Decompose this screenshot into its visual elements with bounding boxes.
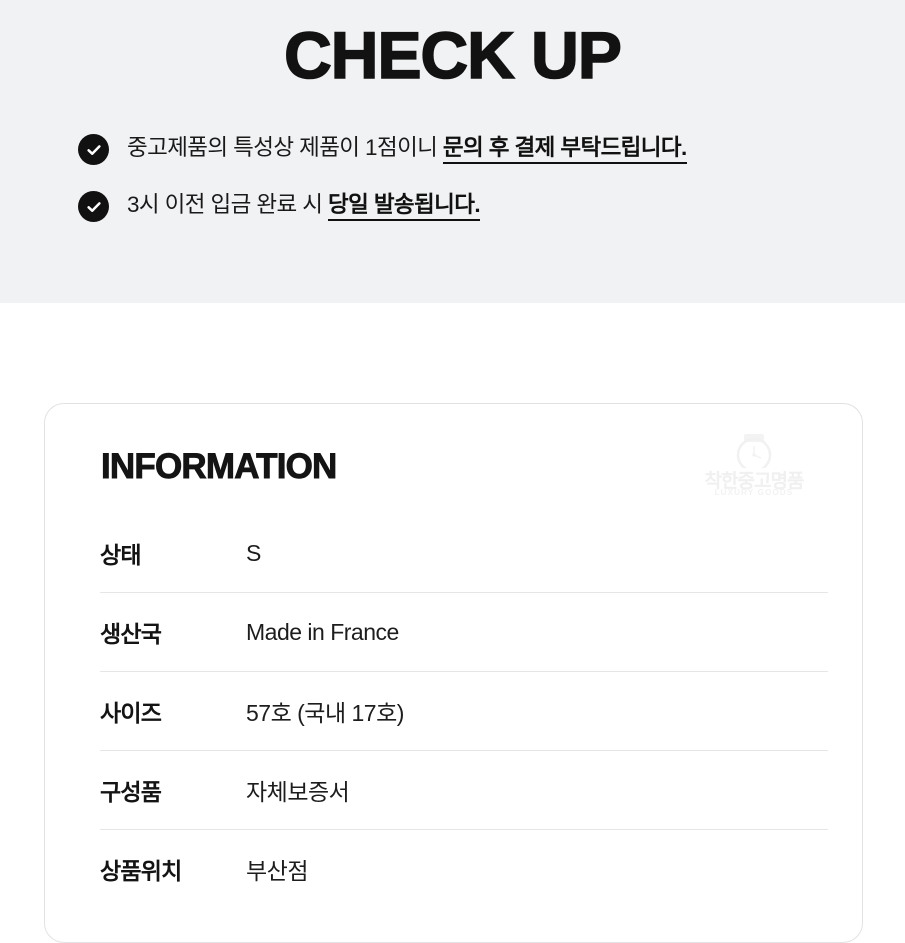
- table-row-value: 부산점: [246, 858, 308, 884]
- notice-text-emphasis: 문의 후 결제 부탁드립니다.: [442, 135, 687, 164]
- table-row-value: 57호 (국내 17호): [246, 700, 404, 726]
- table-row-label: 상품위치: [100, 858, 182, 884]
- information-heading: INFORMATION: [101, 447, 338, 487]
- checkup-header-band: CHECK UP 중고제품의 특성상 제품이 1점이니 문의 후 결제 부탁드립…: [0, 0, 905, 303]
- table-row: 생산국 Made in France: [100, 592, 828, 671]
- table-row: 상태 S: [100, 514, 828, 592]
- information-card: INFORMATION 착한중고명품 LUXURY GOODS 상태 S 생산국…: [44, 403, 863, 943]
- table-row-label: 생산국: [100, 621, 162, 647]
- watch-logo-icon: 착한중고명품 LUXURY GOODS: [690, 434, 818, 506]
- check-circle-icon: [78, 134, 109, 165]
- notice-text-plain: 중고제품의 특성상 제품이 1점이니: [127, 135, 443, 160]
- checkup-notice-list: 중고제품의 특성상 제품이 1점이니 문의 후 결제 부탁드립니다. 3시 이전…: [78, 132, 878, 246]
- watch-face-icon: [736, 434, 772, 473]
- list-item: 3시 이전 입금 완료 시 당일 발송됩니다.: [78, 189, 878, 222]
- table-row: 상품위치 부산점: [100, 829, 828, 908]
- table-row-label: 구성품: [100, 779, 162, 805]
- notice-text: 3시 이전 입금 완료 시 당일 발송됩니다.: [127, 189, 481, 221]
- table-row: 구성품 자체보증서: [100, 750, 828, 829]
- table-row-value: S: [246, 539, 261, 566]
- table-row: 사이즈 57호 (국내 17호): [100, 671, 828, 750]
- check-circle-icon: [78, 191, 109, 222]
- table-row-label: 상태: [100, 542, 142, 568]
- table-row-value: 자체보증서: [246, 779, 350, 805]
- information-table: 상태 S 생산국 Made in France 사이즈 57호 (국내 17호)…: [100, 514, 828, 908]
- notice-text-emphasis: 당일 발송됩니다.: [327, 192, 481, 221]
- notice-text-plain: 3시 이전 입금 완료 시: [127, 192, 328, 217]
- list-item: 중고제품의 특성상 제품이 1점이니 문의 후 결제 부탁드립니다.: [78, 132, 878, 165]
- notice-text: 중고제품의 특성상 제품이 1점이니 문의 후 결제 부탁드립니다.: [127, 132, 687, 164]
- page-title: CHECK UP: [283, 18, 622, 92]
- watermark-tagline: LUXURY GOODS: [714, 488, 794, 497]
- table-row-value: Made in France: [246, 618, 399, 645]
- table-row-label: 사이즈: [100, 700, 162, 726]
